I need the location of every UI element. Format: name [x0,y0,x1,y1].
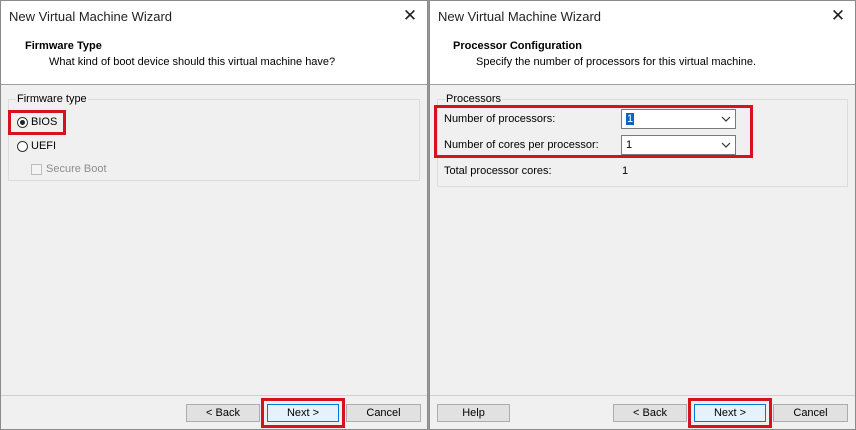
processor-fields-highlight-box [434,105,753,158]
help-button[interactable]: Help [437,404,510,422]
back-button[interactable]: < Back [613,404,687,422]
back-button[interactable]: < Back [186,404,260,422]
total-cores-value: 1 [622,165,629,177]
page-title: Processor Configuration [453,40,582,52]
footer-divider [430,395,855,396]
wizard-header: Processor Configuration Specify the numb… [430,31,855,85]
window-title: New Virtual Machine Wizard [9,9,173,24]
secure-boot-checkbox [31,163,42,175]
cancel-button[interactable]: Cancel [346,404,421,422]
uefi-label: UEFI [31,140,57,152]
close-icon[interactable]: ✕ [399,5,421,27]
cancel-button[interactable]: Cancel [773,404,848,422]
window-title: New Virtual Machine Wizard [438,9,602,24]
secure-boot-checkbox-option: Secure Boot [31,163,107,175]
secure-boot-label: Secure Boot [46,163,107,175]
next-highlight-box [261,398,345,428]
firmware-wizard-dialog: New Virtual Machine Wizard ✕ Firmware Ty… [0,0,428,430]
page-subtitle: Specify the number of processors for thi… [476,56,757,68]
bios-highlight-box [8,110,66,135]
next-highlight-box [688,398,772,428]
footer-divider [1,395,427,396]
wizard-header: Firmware Type What kind of boot device s… [1,31,427,85]
close-icon[interactable]: ✕ [827,5,849,27]
page-title: Firmware Type [25,40,102,52]
group-label: Processors [445,93,503,105]
processor-wizard-dialog: New Virtual Machine Wizard ✕ Processor C… [429,0,856,430]
uefi-radio-option[interactable]: UEFI [17,140,56,152]
total-cores-label: Total processor cores: [444,165,552,177]
title-bar: New Virtual Machine Wizard ✕ [1,1,427,31]
uefi-radio-button[interactable] [17,140,28,152]
group-label: Firmware type [16,93,88,105]
page-subtitle: What kind of boot device should this vir… [49,56,336,68]
title-bar: New Virtual Machine Wizard ✕ [430,1,855,31]
